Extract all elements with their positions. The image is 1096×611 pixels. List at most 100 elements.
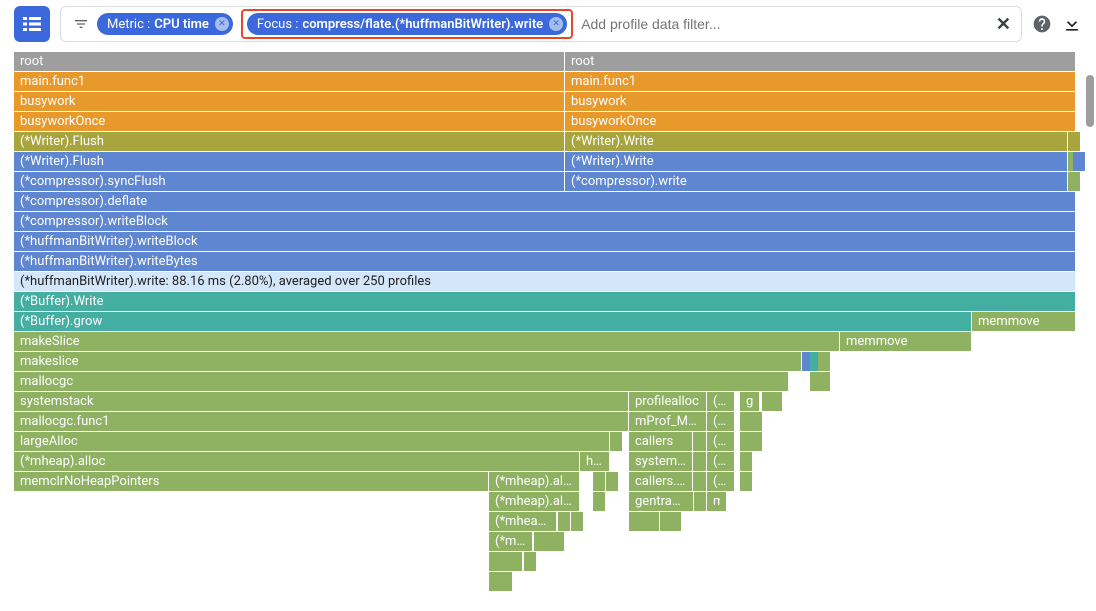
flame-frame[interactable]: profilealloc xyxy=(629,392,707,412)
flame-frame[interactable]: (*compressor).write xyxy=(565,172,1068,192)
search-bar[interactable]: Metric : CPU time ✕ Focus : compress/fla… xyxy=(60,6,1022,42)
flame-frame[interactable]: main.func1 xyxy=(14,72,565,92)
frame-label: mallocgc.func1 xyxy=(20,412,622,432)
flame-frame[interactable]: busyworkOnce xyxy=(565,112,1076,132)
flame-frame[interactable] xyxy=(693,472,707,492)
flame-frame[interactable]: (*mheap).allo... xyxy=(489,472,580,492)
help-icon[interactable] xyxy=(1032,14,1052,34)
flame-frame[interactable]: (*Writer).Write xyxy=(565,152,1068,172)
flame-frame[interactable]: memmove xyxy=(972,312,1076,332)
flame-frame[interactable] xyxy=(693,432,707,452)
flame-frame[interactable] xyxy=(558,512,571,532)
flame-frame[interactable] xyxy=(489,552,523,572)
list-icon xyxy=(23,17,41,31)
flame-frame[interactable]: (*... xyxy=(707,452,735,472)
flame-frame[interactable] xyxy=(552,532,565,552)
flame-frame[interactable] xyxy=(610,432,623,452)
flame-frame[interactable]: memmove xyxy=(840,332,972,352)
flame-frame[interactable] xyxy=(647,512,660,532)
flame-frame[interactable]: (*Writer).Flush xyxy=(14,152,565,172)
flame-frame[interactable]: mallocgc.func1 xyxy=(14,412,629,432)
flame-frame[interactable] xyxy=(740,472,753,492)
frame-label: mProf_Mal... xyxy=(635,412,700,432)
flame-frame[interactable]: callers.fu... xyxy=(629,472,693,492)
flame-frame[interactable]: callers xyxy=(629,432,693,452)
flame-frame[interactable]: systemst... xyxy=(629,452,693,472)
flame-frame[interactable]: busywork xyxy=(565,92,1076,112)
flame-frame[interactable]: gentrace... xyxy=(629,492,694,512)
flame-frame[interactable]: (*huffmanBitWriter).writeBytes xyxy=(14,252,1076,272)
flame-frame[interactable]: main.func1 xyxy=(565,72,1076,92)
search-input[interactable] xyxy=(581,16,984,32)
flame-frame[interactable]: memclrNoHeapPointers xyxy=(14,472,489,492)
clear-button[interactable]: ✕ xyxy=(992,14,1015,35)
flame-frame[interactable] xyxy=(489,572,513,592)
flame-frame[interactable] xyxy=(750,432,763,452)
focus-chip-close[interactable]: ✕ xyxy=(549,17,563,31)
flame-frame[interactable]: (*huffmanBitWriter).writeBlock xyxy=(14,232,1076,252)
metric-chip-close[interactable]: ✕ xyxy=(215,17,229,31)
download-icon[interactable] xyxy=(1062,14,1082,34)
flame-row xyxy=(14,572,1076,592)
flame-frame[interactable]: (*Buffer).grow xyxy=(14,312,972,332)
flame-frame[interactable]: (*mheap).... xyxy=(489,512,557,532)
flame-frame[interactable]: (*... xyxy=(707,472,735,492)
flame-frame[interactable]: (*mheap).allo... xyxy=(489,492,580,512)
flame-frame[interactable] xyxy=(669,512,682,532)
frame-label: mallocgc xyxy=(20,372,782,392)
flame-frame[interactable] xyxy=(606,472,619,492)
flame-frame[interactable] xyxy=(524,552,537,572)
flame-frame[interactable]: (*... xyxy=(707,412,735,432)
frame-label: memmove xyxy=(846,332,965,352)
flame-frame[interactable] xyxy=(694,492,707,512)
flame-frame[interactable]: (*Writer).Flush xyxy=(14,132,565,152)
flame-frame[interactable]: busyworkOnce xyxy=(14,112,565,132)
flame-frame[interactable]: mallocgc xyxy=(14,372,789,392)
focus-chip[interactable]: Focus : compress/flate.(*huffmanBitWrite… xyxy=(247,13,567,35)
flame-graph[interactable]: rootrootmain.func1main.func1busyworkbusy… xyxy=(14,52,1076,592)
flame-frame[interactable]: he... xyxy=(580,452,610,472)
flame-frame[interactable] xyxy=(593,472,606,492)
flame-frame[interactable]: m... xyxy=(707,492,727,512)
list-button[interactable] xyxy=(14,6,50,42)
flame-frame[interactable] xyxy=(571,512,584,532)
flame-frame[interactable]: (*huffmanBitWriter).write: 88.16 ms (2.8… xyxy=(14,272,1076,292)
flame-frame[interactable] xyxy=(593,492,606,512)
flame-frame[interactable] xyxy=(818,372,831,392)
frame-label: (*huffmanBitWriter).writeBytes xyxy=(20,252,1069,272)
flame-frame[interactable]: root xyxy=(14,52,565,72)
flame-row: (*Writer).Flush(*Writer).Write xyxy=(14,132,1076,152)
flame-frame[interactable] xyxy=(750,412,763,432)
flame-frame[interactable]: (*mh... xyxy=(489,532,533,552)
flame-frame[interactable]: makeSlice xyxy=(14,332,840,352)
flame-frame[interactable] xyxy=(770,392,783,412)
frame-label: memclrNoHeapPointers xyxy=(20,472,482,492)
flame-frame[interactable] xyxy=(1068,172,1081,192)
flame-frame[interactable]: (*Writer).Write xyxy=(565,132,1068,152)
flame-frame[interactable] xyxy=(740,452,753,472)
flame-row: (*mheap).alloche... systemst... (*... xyxy=(14,452,1076,472)
flame-frame[interactable]: (*Buffer).Write xyxy=(14,292,1076,312)
metric-chip[interactable]: Metric : CPU time ✕ xyxy=(97,13,233,35)
flame-frame[interactable]: root xyxy=(565,52,1076,72)
flame-frame[interactable]: (*mheap).alloc xyxy=(14,452,580,472)
flame-frame[interactable] xyxy=(1068,132,1081,152)
flame-frame[interactable] xyxy=(1073,152,1086,172)
flame-frame[interactable]: (*compressor).syncFlush xyxy=(14,172,565,192)
flame-frame[interactable]: (*... xyxy=(707,432,735,452)
flame-frame[interactable]: (*compressor).writeBlock xyxy=(14,212,1076,232)
flame-frame[interactable]: largeAlloc xyxy=(14,432,610,452)
flame-frame[interactable] xyxy=(693,452,707,472)
flame-frame[interactable] xyxy=(818,352,831,372)
flame-frame[interactable]: (*compressor).deflate xyxy=(14,192,1076,212)
focus-chip-value: compress/flate.(*huffmanBitWriter).write xyxy=(302,17,543,32)
flame-frame[interactable]: g... xyxy=(740,392,760,412)
flame-frame[interactable]: (*... xyxy=(707,392,735,412)
flame-frame[interactable]: mProf_Mal... xyxy=(629,412,707,432)
flame-frame[interactable]: makeslice xyxy=(14,352,802,372)
flame-row: mallocgc.func1 mProf_Mal... (*... xyxy=(14,412,1076,432)
flame-frame[interactable]: busywork xyxy=(14,92,565,112)
scrollbar[interactable] xyxy=(1086,75,1094,127)
flame-row: (*Buffer).growmemmove xyxy=(14,312,1076,332)
flame-frame[interactable]: systemstack xyxy=(14,392,629,412)
